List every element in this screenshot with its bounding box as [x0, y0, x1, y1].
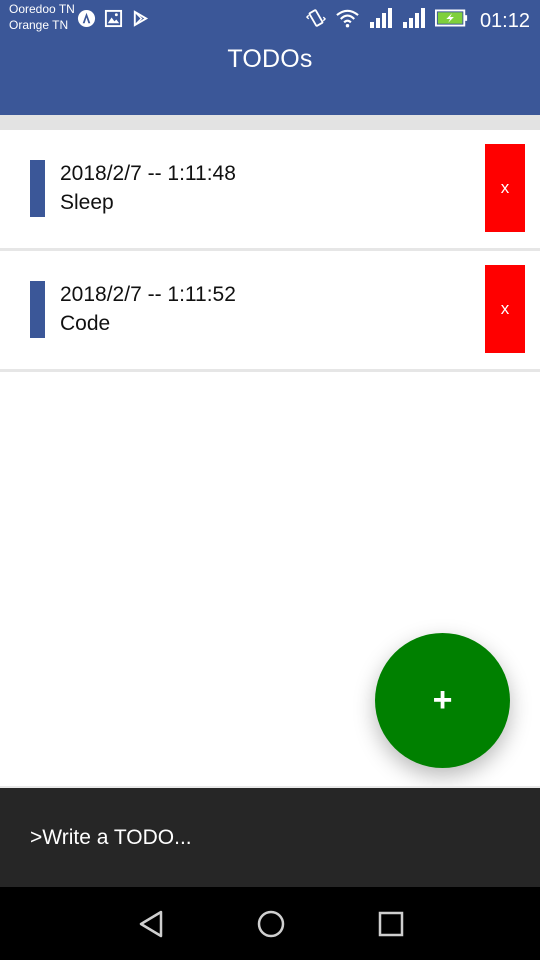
- signal-icon: [369, 7, 393, 34]
- carrier-2: Orange TN: [9, 18, 69, 32]
- play-store-icon: [131, 9, 150, 33]
- todo-item: 2018/2/7 -- 1:11:48 Sleep x: [0, 130, 540, 251]
- recents-icon[interactable]: [376, 909, 406, 939]
- system-icons: 01:12: [305, 7, 530, 34]
- back-icon[interactable]: [137, 909, 167, 939]
- status-bar: Ooredoo TN Orange TN 01:12: [0, 0, 540, 38]
- header-divider: [0, 115, 540, 130]
- carrier-names: Ooredoo TN Orange TN: [9, 1, 75, 33]
- todo-date: 2018/2/7 -- 1:11:48: [60, 162, 236, 185]
- clock: 01:12: [479, 9, 530, 32]
- add-todo-button[interactable]: +: [375, 633, 510, 768]
- todo-input[interactable]: [30, 824, 510, 852]
- battery-charging-icon: [434, 7, 469, 34]
- todo-accent-bar: [30, 281, 45, 338]
- todo-text: Code: [60, 312, 111, 335]
- vibrate-icon: [305, 7, 326, 34]
- app-bar: TODOs: [0, 38, 540, 115]
- delete-todo-button[interactable]: x: [485, 144, 525, 232]
- todo-item: 2018/2/7 -- 1:11:52 Code x: [0, 251, 540, 372]
- android-icon: [77, 9, 96, 33]
- navigation-bar: [0, 887, 540, 960]
- todo-date: 2018/2/7 -- 1:11:52: [60, 283, 236, 306]
- todo-input-bar: [0, 786, 540, 887]
- delete-todo-button[interactable]: x: [485, 265, 525, 353]
- image-icon: [104, 9, 123, 33]
- todo-list: 2018/2/7 -- 1:11:48 Sleep x 2018/2/7 -- …: [0, 130, 540, 372]
- page-title: TODOs: [227, 45, 313, 73]
- todo-text: Sleep: [60, 191, 114, 214]
- home-icon[interactable]: [256, 909, 286, 939]
- notification-icons: [77, 9, 150, 33]
- signal-icon: [402, 7, 426, 34]
- carrier-1: Ooredoo TN: [9, 2, 75, 16]
- wifi-icon: [335, 7, 360, 34]
- todo-accent-bar: [30, 160, 45, 217]
